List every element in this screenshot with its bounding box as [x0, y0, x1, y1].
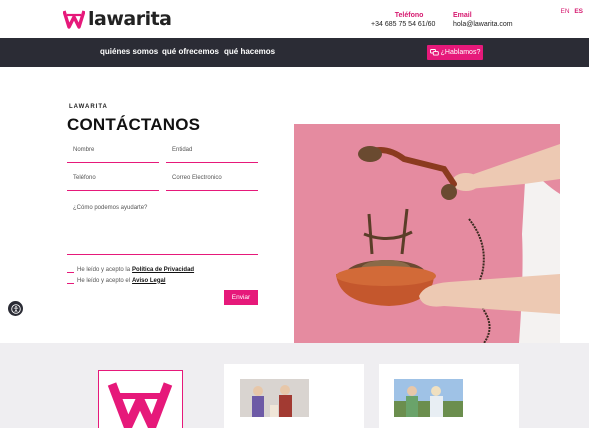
logo-text: lawarita [88, 8, 172, 30]
nav-item-que-ofrecemos[interactable]: qué ofrecemos [162, 47, 219, 56]
phone-value[interactable]: +34 685 75 54 61/60 [371, 20, 435, 29]
lang-es[interactable]: ES [574, 8, 583, 15]
section-eyebrow: LAWARITA [69, 104, 108, 110]
accessibility-icon [10, 303, 21, 314]
phone-field[interactable]: Teléfono [67, 171, 159, 191]
privacy-link[interactable]: Política de Privacidad [132, 267, 194, 273]
chat-icon [429, 49, 439, 56]
message-placeholder: ¿Cómo podemos ayudarte? [73, 205, 148, 211]
send-label: Enviar [231, 294, 251, 301]
phone-block: Teléfono +34 685 75 54 61/60 [371, 11, 435, 29]
email-label: Email [453, 12, 472, 19]
hablamos-label: ¿Hablamos? [440, 49, 481, 56]
logo-card [98, 370, 183, 428]
message-field[interactable]: ¿Cómo podemos ayudarte? [67, 200, 258, 255]
main-nav: quiénes somos qué ofrecemos qué hacemos … [0, 38, 589, 67]
photo-thumb-1 [240, 379, 309, 417]
entity-placeholder: Entidad [172, 147, 193, 153]
hablamos-button[interactable]: ¿Hablamos? [427, 45, 483, 60]
name-placeholder: Nombre [73, 147, 95, 153]
contact-photo [294, 124, 560, 343]
legal-checkbox[interactable] [67, 283, 74, 284]
accessibility-button[interactable] [8, 301, 23, 316]
photo-card-1[interactable] [224, 364, 364, 428]
nav-item-que-hacemos[interactable]: qué hacemos [224, 47, 275, 56]
email-placeholder: Correo Electronico [172, 175, 222, 181]
legal-consent: He leído y acepto el Aviso Legal [67, 277, 166, 284]
privacy-consent: He leído y acepto la Política de Privaci… [67, 266, 194, 273]
section-heading: CONTÁCTANOS [67, 115, 201, 134]
entity-field[interactable]: Entidad [166, 143, 258, 163]
phone-label: Teléfono [394, 12, 424, 19]
top-header: lawarita Teléfono +34 685 75 54 61/60 Em… [0, 0, 589, 38]
photo-thumb-2 [394, 379, 463, 417]
language-switcher: EN ES [557, 8, 583, 15]
lang-en[interactable]: EN [560, 8, 569, 15]
nav-item-quienes-somos[interactable]: quiénes somos [100, 47, 158, 56]
send-button[interactable]: Enviar [224, 290, 258, 305]
legal-link[interactable]: Aviso Legal [132, 278, 165, 284]
email-block: Email hola@lawarita.com [453, 11, 513, 29]
big-logo-icon [107, 382, 173, 428]
name-field[interactable]: Nombre [67, 143, 159, 163]
phone-placeholder: Teléfono [73, 175, 96, 181]
email-field[interactable]: Correo Electronico [166, 171, 258, 191]
legal-text: He leído y acepto el [77, 277, 131, 284]
privacy-checkbox[interactable] [67, 272, 74, 273]
page: lawarita Teléfono +34 685 75 54 61/60 Em… [0, 0, 589, 428]
logo-w-icon [63, 10, 85, 29]
telephone-photo-icon [294, 124, 560, 343]
privacy-text: He leído y acepto la [77, 266, 131, 273]
photo-card-2[interactable] [379, 364, 519, 428]
logo[interactable]: lawarita [63, 8, 172, 30]
email-value[interactable]: hola@lawarita.com [453, 20, 513, 29]
